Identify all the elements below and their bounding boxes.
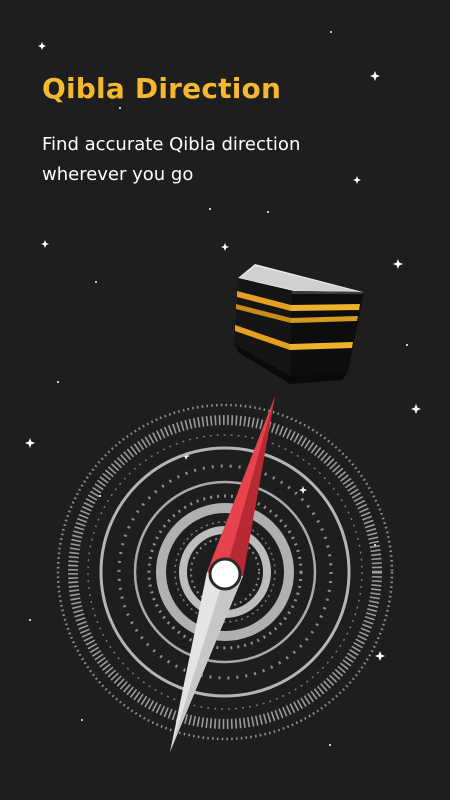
onboarding-screen: Qibla Direction Find accurate Qibla dire… [0,0,450,800]
qibla-illustration [56,264,394,752]
compass-pivot [208,557,242,591]
kaaba-icon [234,264,364,384]
